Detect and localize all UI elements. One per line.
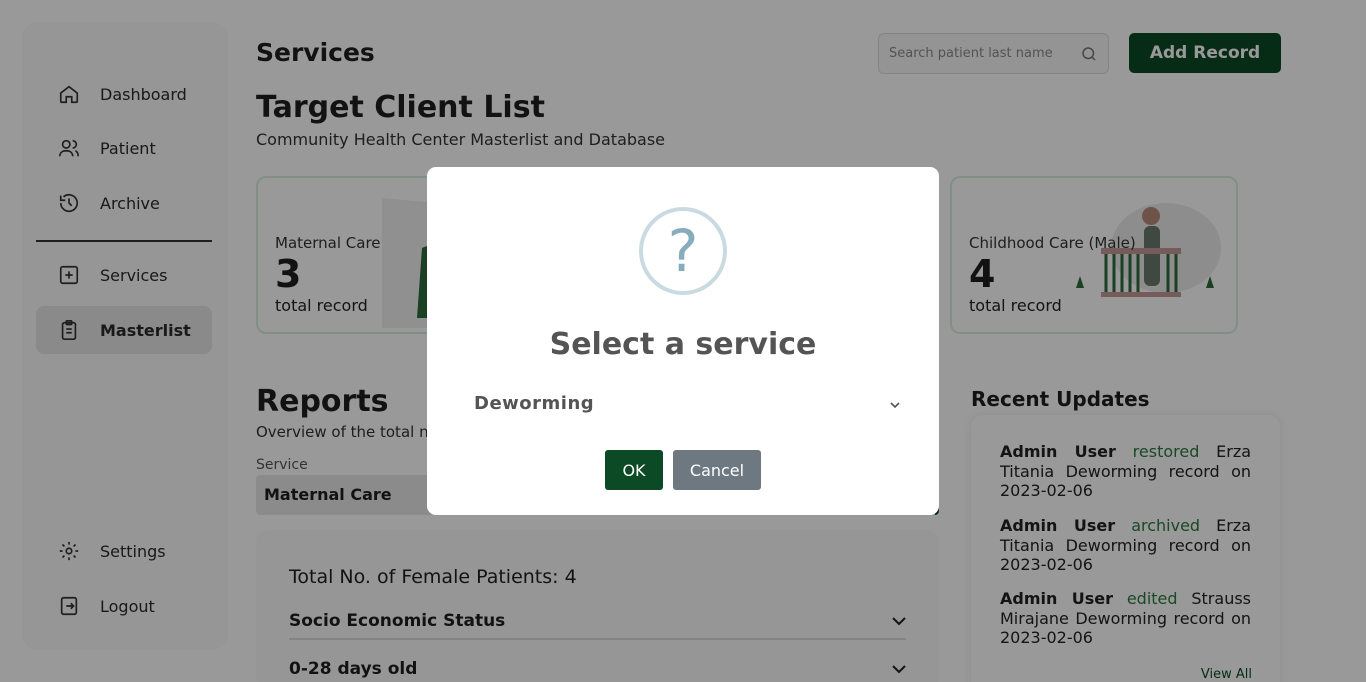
cancel-button[interactable]: Cancel xyxy=(673,450,761,490)
service-dropdown[interactable]: Deworming xyxy=(474,389,900,417)
select-service-dialog: ? Select a service Deworming OK Cancel xyxy=(427,167,939,515)
question-icon: ? xyxy=(639,207,727,295)
chevron-down-icon xyxy=(890,393,900,414)
service-dropdown-value: Deworming xyxy=(474,392,595,414)
ok-button[interactable]: OK xyxy=(605,450,663,490)
dialog-title: Select a service xyxy=(549,327,817,362)
